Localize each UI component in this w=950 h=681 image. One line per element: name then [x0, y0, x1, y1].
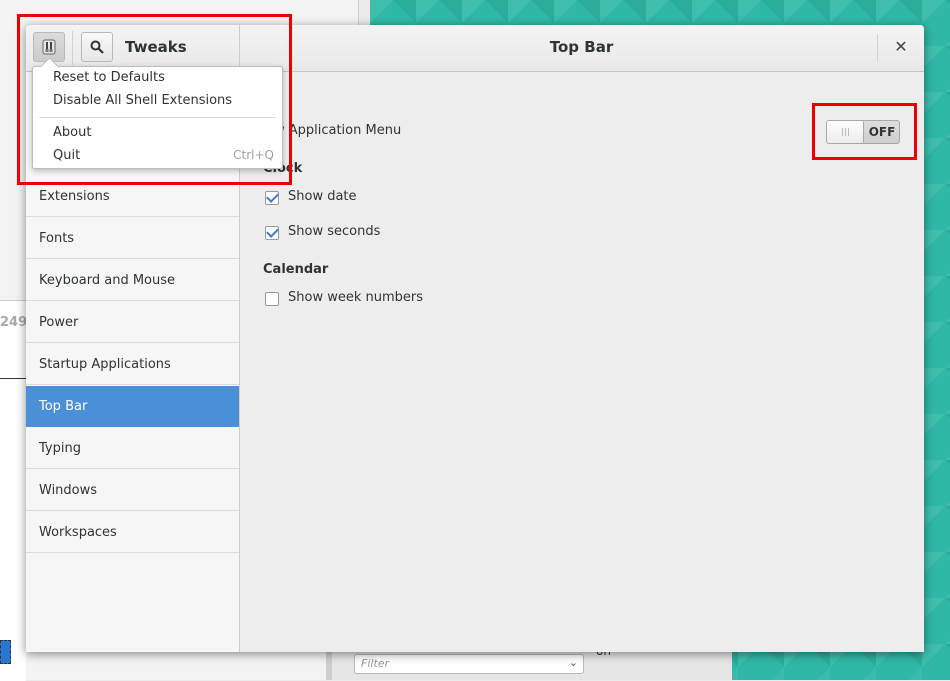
close-button[interactable]: ✕ — [890, 36, 912, 58]
sidebar-item-power[interactable]: Power — [26, 302, 239, 343]
calendar-section-heading: Calendar — [263, 262, 329, 277]
headerbar-left-pane: Tweaks — [26, 25, 240, 71]
background-selection — [0, 640, 11, 664]
background-ruler — [0, 368, 26, 379]
menu-item-reset-to-defaults[interactable]: Reset to Defaults — [53, 70, 165, 85]
menu-item-quit[interactable]: Quit — [53, 148, 80, 163]
search-button[interactable] — [81, 32, 113, 62]
app-menu-popover: Reset to Defaults Disable All Shell Exte… — [32, 57, 283, 169]
show-date-label[interactable]: Show date — [288, 189, 357, 204]
app-title: Tweaks — [125, 38, 187, 56]
chevron-down-icon: ⌄ — [568, 656, 578, 669]
show-application-menu-switch[interactable]: OFF — [826, 120, 900, 144]
sidebar-item-keyboard-and-mouse[interactable]: Keyboard and Mouse — [26, 260, 239, 301]
filter-placeholder: Filter — [361, 657, 390, 670]
headerbar-separator — [72, 31, 73, 65]
menu-separator — [39, 117, 276, 118]
show-date-checkbox[interactable] — [265, 191, 279, 205]
show-week-numbers-checkbox[interactable] — [265, 292, 279, 306]
switch-knob — [827, 121, 864, 143]
menu-item-about[interactable]: About — [53, 125, 91, 140]
menu-item-disable-all-shell-extensions[interactable]: Disable All Shell Extensions — [53, 93, 232, 108]
page-title: Top Bar — [549, 38, 614, 56]
sidebar-item-typing[interactable]: Typing — [26, 428, 239, 469]
show-week-numbers-label[interactable]: Show week numbers — [288, 290, 423, 305]
show-application-menu-label: ow Application Menu — [266, 123, 402, 138]
sidebar-item-top-bar[interactable]: Top Bar — [26, 386, 239, 427]
switch-state-text: OFF — [868, 125, 896, 139]
show-seconds-label[interactable]: Show seconds — [288, 224, 380, 239]
close-separator — [877, 34, 878, 62]
background-filter-combo[interactable]: Filter ⌄ — [354, 654, 584, 674]
top-bar-settings-panel: ow Application Menu OFF Clock Show date … — [240, 72, 924, 652]
show-seconds-checkbox[interactable] — [265, 226, 279, 240]
quit-accelerator: Ctrl+Q — [233, 148, 274, 162]
background-number-fragment: 249 — [0, 315, 28, 330]
sidebar-item-extensions[interactable]: Extensions — [26, 176, 239, 217]
tweaks-app-icon — [42, 39, 56, 55]
headerbar: Tweaks Top Bar ✕ — [26, 25, 924, 72]
background-canvas — [0, 300, 26, 681]
search-icon — [90, 40, 104, 54]
sidebar-item-fonts[interactable]: Fonts — [26, 218, 239, 259]
sidebar-item-startup-applications[interactable]: Startup Applications — [26, 344, 239, 385]
close-icon: ✕ — [894, 37, 908, 56]
sidebar-item-workspaces[interactable]: Workspaces — [26, 512, 239, 553]
sidebar-item-windows[interactable]: Windows — [26, 470, 239, 511]
